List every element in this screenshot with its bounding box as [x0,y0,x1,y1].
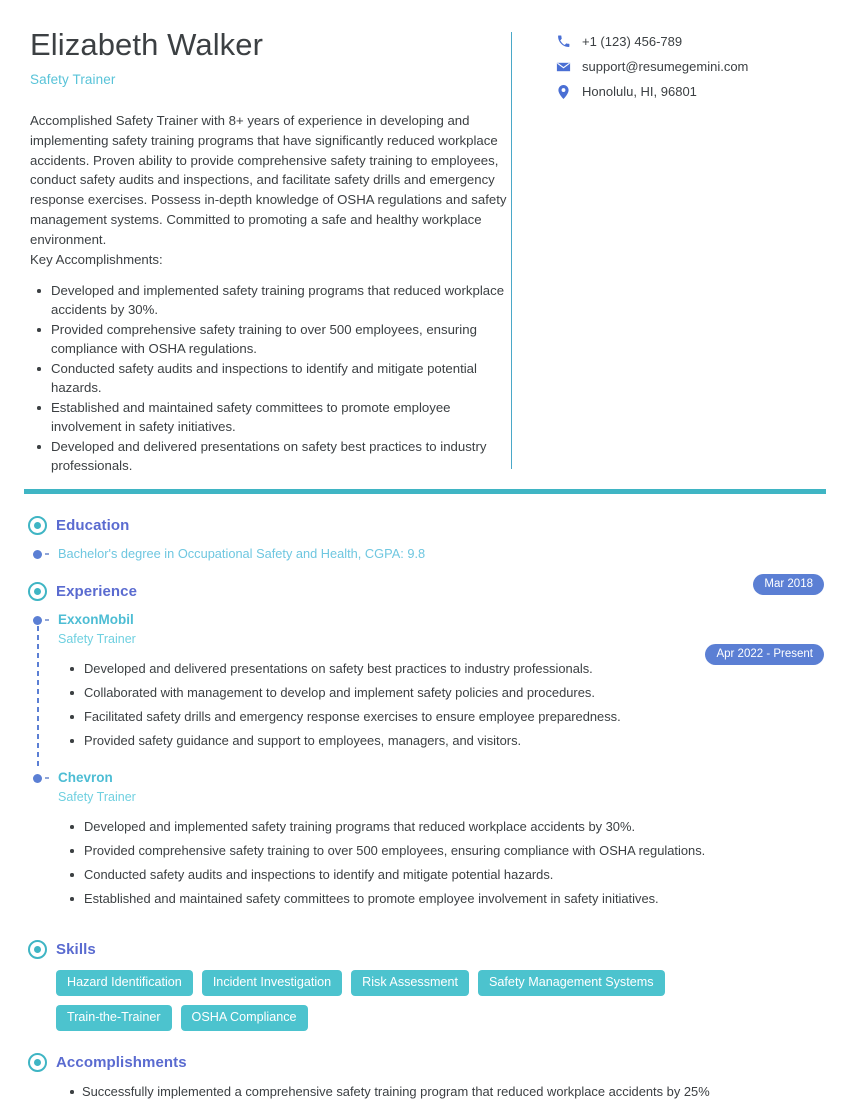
resume-header: Elizabeth Walker Safety Trainer Accompli… [0,0,850,476]
list-item: Developed and implemented safety trainin… [30,281,510,319]
experience-bullets: Developed and delivered presentations on… [58,660,824,749]
experience-entry: Chevron Safety Trainer Developed and imp… [28,770,824,920]
skill-tag: Risk Assessment [351,970,470,996]
list-item: Successfully implemented a comprehensive… [28,1083,824,1100]
list-item: Developed and implemented safety trainin… [58,818,824,835]
skill-tag: OSHA Compliance [180,1005,308,1031]
section-skills: Skills Hazard Identification Incident In… [28,940,824,1031]
experience-bullets: Developed and implemented safety trainin… [58,818,824,907]
contact-block: +1 (123) 456-789 support@resumegemini.co… [530,28,824,476]
resume-body: Education Bachelor's degree in Occupatio… [0,516,850,1100]
resume-page: Elizabeth Walker Safety Trainer Accompli… [0,0,850,1100]
timeline-tick [45,777,49,779]
contact-phone: +1 (123) 456-789 [555,34,824,49]
contact-phone-text: +1 (123) 456-789 [582,34,683,49]
employer-role: Safety Trainer [58,790,136,804]
skill-tag: Train-the-Trainer [56,1005,172,1031]
education-heading: Education [28,516,824,535]
section-experience: Experience ExxonMobil Safety Trainer Apr… [28,582,824,920]
employer-name: ExxonMobil [58,612,134,627]
timeline-dot [33,774,42,783]
target-ring-icon [28,940,47,959]
timeline-dashed-line [36,626,39,768]
section-education: Education Bachelor's degree in Occupatio… [28,516,824,595]
contact-location-text: Honolulu, HI, 96801 [582,84,697,99]
list-item: Established and maintained safety commit… [30,398,510,436]
section-title: Education [56,517,130,534]
section-title: Experience [56,583,138,600]
timeline-dot [33,616,42,625]
skills-heading: Skills [28,940,824,959]
timeline-tick [45,619,49,621]
header-vertical-separator [511,32,512,469]
envelope-icon [555,61,572,73]
target-ring-icon [28,1053,47,1072]
accomplishments-list: Successfully implemented a comprehensive… [28,1083,824,1100]
education-degree: Bachelor's degree in Occupational Safety… [58,546,426,561]
experience-heading: Experience [28,582,824,601]
job-title: Safety Trainer [30,72,116,88]
section-accomplishments: Accomplishments Successfully implemented… [28,1053,824,1100]
timeline-tick [45,553,49,555]
experience-entry: ExxonMobil Safety Trainer Apr 2022 - Pre… [28,612,824,770]
list-item: Collaborated with management to develop … [58,684,824,701]
timeline-dot [33,550,42,559]
key-accomplishments-list: Developed and implemented safety trainin… [30,281,510,475]
contact-email-text: support@resumegemini.com [582,59,749,74]
education-entry: Bachelor's degree in Occupational Safety… [28,546,824,595]
list-item: Provided safety guidance and support to … [58,732,824,749]
section-divider-bar [24,489,826,494]
contact-location: Honolulu, HI, 96801 [555,84,824,99]
header-left-column: Elizabeth Walker Safety Trainer Accompli… [30,27,530,476]
list-item: Provided comprehensive safety training t… [58,842,824,859]
list-item: Established and maintained safety commit… [58,890,824,907]
skill-tag-list: Hazard Identification Incident Investiga… [28,970,728,1031]
page-title: Elizabeth Walker [30,27,264,62]
summary-paragraph: Accomplished Safety Trainer with 8+ year… [30,113,507,247]
target-ring-icon [28,582,47,601]
list-item: Conducted safety audits and inspections … [58,866,824,883]
skill-tag: Hazard Identification [56,970,193,996]
phone-icon [555,35,572,48]
list-item: Facilitated safety drills and emergency … [58,708,824,725]
map-pin-icon [555,84,572,99]
list-item: Conducted safety audits and inspections … [30,359,510,397]
list-item: Provided comprehensive safety training t… [30,320,510,358]
list-item: Developed and delivered presentations on… [30,437,510,475]
section-title: Accomplishments [56,1054,187,1071]
skill-tag: Incident Investigation [201,970,343,996]
accomplishments-heading: Accomplishments [28,1053,824,1072]
contact-email: support@resumegemini.com [555,59,824,74]
section-title: Skills [56,941,96,958]
key-accomplishments-label: Key Accomplishments: [30,251,163,267]
target-ring-icon [28,516,47,535]
skill-tag: Safety Management Systems [478,970,665,996]
employer-name: Chevron [58,770,113,785]
list-item: Developed and delivered presentations on… [58,660,824,677]
